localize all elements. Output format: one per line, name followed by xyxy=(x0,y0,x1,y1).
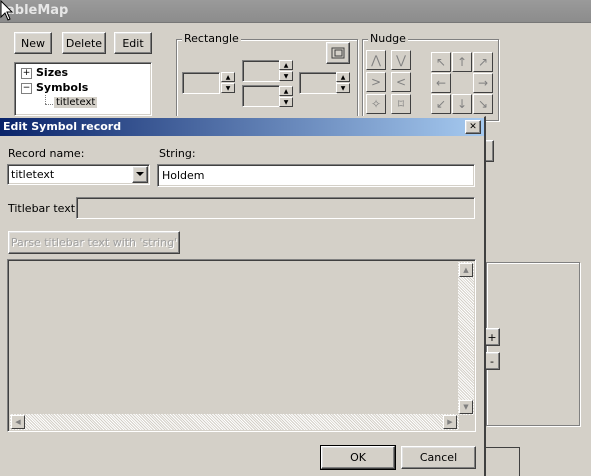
spin-down-button[interactable]: ▼ xyxy=(279,97,293,107)
move-down-right-icon[interactable]: ↘ xyxy=(473,94,493,114)
rect-top-field[interactable] xyxy=(242,60,280,82)
dialog-titlebar[interactable]: Edit Symbol record ✕ xyxy=(0,118,484,136)
tree-connector xyxy=(45,95,46,104)
bottom-frame-line xyxy=(486,447,520,476)
tree-connector xyxy=(45,104,53,105)
move-up-right-icon[interactable]: ↗ xyxy=(473,52,493,72)
close-button[interactable]: ✕ xyxy=(465,120,481,134)
move-up-icon[interactable]: ↑ xyxy=(452,52,472,72)
ok-button[interactable]: OK xyxy=(320,445,396,470)
parse-titlebar-button[interactable]: Parse titlebar text with 'string' xyxy=(8,231,180,254)
collapse-icon[interactable]: − xyxy=(21,83,32,94)
scroll-down-icon[interactable]: ▼ xyxy=(459,400,473,414)
close-icon: ✕ xyxy=(469,122,477,132)
string-label: String: xyxy=(159,147,196,160)
mouse-cursor-icon xyxy=(0,0,14,21)
record-name-select[interactable]: titletext xyxy=(7,164,150,185)
expand-icon[interactable]: + xyxy=(21,68,32,79)
rect-right-field[interactable] xyxy=(299,72,337,94)
chevron-down-icon xyxy=(136,172,144,176)
grow-all-icon[interactable]: ✧ xyxy=(366,94,386,114)
rect-left-field[interactable] xyxy=(182,72,220,94)
titlebar-text-label: Titlebar text: xyxy=(8,202,79,215)
string-value: Holdem xyxy=(162,169,205,182)
record-tree[interactable]: + Sizes − Symbols titletext xyxy=(14,62,152,116)
main-window-title: ableMap xyxy=(6,3,69,18)
move-down-left-icon[interactable]: ↙ xyxy=(431,94,451,114)
move-right-icon[interactable]: → xyxy=(473,73,493,93)
spin-up-button[interactable]: ▲ xyxy=(221,72,235,82)
shrink-down-icon[interactable]: ⋁ xyxy=(391,50,411,70)
side-minus-button[interactable]: - xyxy=(484,352,500,370)
nudge-group-label: Nudge xyxy=(368,32,408,45)
tree-item-titletext[interactable]: titletext xyxy=(54,97,98,108)
spin-down-button[interactable]: ▼ xyxy=(221,83,235,93)
move-up-left-icon[interactable]: ↖ xyxy=(431,52,451,72)
pick-rectangle-icon xyxy=(331,47,345,59)
main-titlebar[interactable]: ableMap xyxy=(0,0,591,23)
string-input[interactable]: Holdem xyxy=(157,164,475,187)
dialog-title: Edit Symbol record xyxy=(3,120,122,133)
spin-down-button[interactable]: ▼ xyxy=(336,83,350,93)
spin-up-button[interactable]: ▲ xyxy=(279,86,293,96)
horizontal-scrollbar[interactable] xyxy=(10,414,459,430)
spin-up-button[interactable]: ▲ xyxy=(279,60,293,70)
scroll-up-icon[interactable]: ▲ xyxy=(459,263,473,277)
pick-rectangle-button[interactable] xyxy=(326,42,350,64)
grow-right-icon[interactable]: > xyxy=(366,72,386,92)
spin-down-button[interactable]: ▼ xyxy=(279,71,293,81)
grow-up-icon[interactable]: ⋀ xyxy=(366,50,386,70)
move-down-icon[interactable]: ↓ xyxy=(452,94,472,114)
spin-up-button[interactable]: ▲ xyxy=(336,72,350,82)
new-button[interactable]: New xyxy=(14,32,52,54)
delete-button[interactable]: Delete xyxy=(62,32,106,54)
shrink-all-icon[interactable]: ⌑ xyxy=(391,94,411,114)
rect-bottom-field[interactable] xyxy=(242,85,280,107)
tree-item-label: Sizes xyxy=(36,66,69,79)
tree-item-label: Symbols xyxy=(36,81,89,94)
record-name-label: Record name: xyxy=(8,147,85,160)
titlebar-text-input[interactable] xyxy=(76,197,475,219)
scroll-right-icon[interactable]: ▶ xyxy=(443,415,457,429)
dropdown-button[interactable] xyxy=(132,166,148,183)
side-plus-button[interactable]: + xyxy=(484,328,500,346)
result-text-area[interactable]: ▲ ▼ ◀ ▶ xyxy=(7,259,476,432)
edit-symbol-dialog: Edit Symbol record ✕ Record name: titlet… xyxy=(0,116,486,476)
side-group-box xyxy=(486,262,580,426)
shrink-left-icon[interactable]: < xyxy=(391,72,411,92)
edit-button[interactable]: Edit xyxy=(114,32,152,54)
move-left-icon[interactable]: ← xyxy=(431,73,451,93)
record-name-value: titletext xyxy=(11,168,55,181)
rectangle-group-label: Rectangle xyxy=(182,32,241,45)
vertical-scrollbar[interactable] xyxy=(458,262,474,415)
cancel-button[interactable]: Cancel xyxy=(401,446,476,469)
scroll-left-icon[interactable]: ◀ xyxy=(11,415,25,429)
